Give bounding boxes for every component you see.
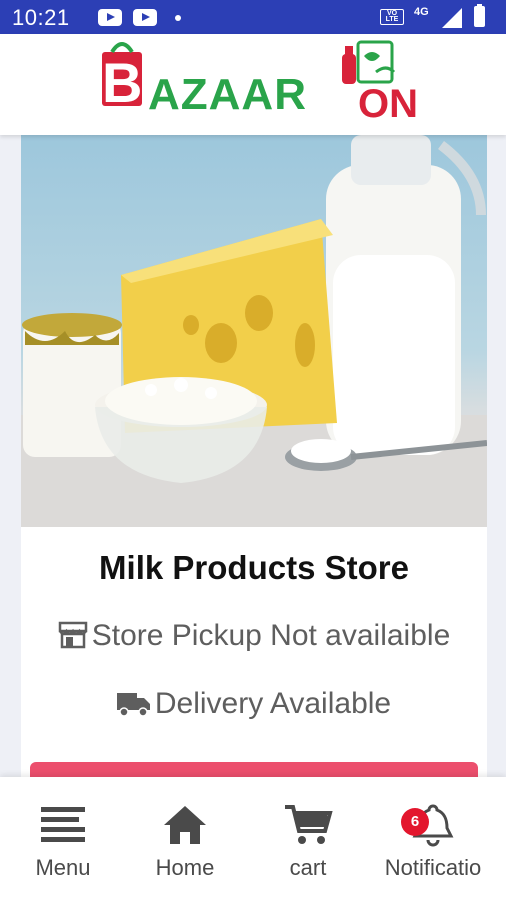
store-delivery-status: Delivery Available [21,687,487,725]
battery-icon [474,4,485,27]
status-time: 10:21 [12,5,70,30]
more-notifications-icon [175,15,181,21]
bazaaron-logo[interactable]: B AZAAR ON [96,36,418,132]
app-header: B AZAAR ON [0,34,506,135]
nav-cart-label: cart [289,855,327,880]
delivery-text: Delivery Available [154,687,392,720]
logo-on: ON [358,82,418,126]
store-card[interactable]: Milk Products Store Store Pickup Not ava… [21,135,487,802]
truck-icon [116,691,151,725]
bottom-navigation: Menu Home cart Notificatio [0,777,506,900]
nav-menu-label: Menu [35,855,91,880]
nav-notifications-label: Notificatio [384,855,482,880]
menu-icon [38,803,88,847]
milk-products-illustration [21,135,487,527]
store-title: Milk Products Store [99,549,409,586]
nav-menu[interactable]: Menu [0,777,126,900]
youtube-notification-icon [98,9,122,26]
logo-wordmark: AZAAR [148,70,307,119]
cart-icon [283,803,333,847]
storefront-icon [58,621,88,657]
status-bar: 10:21 VO LTE 4G [0,0,506,34]
volte-icon: VO LTE [380,9,404,25]
nav-notifications[interactable]: Notificatio [370,777,496,900]
store-pickup-status: Store Pickup Not availaible [21,619,487,657]
nav-home-label: Home [155,855,215,880]
store-image[interactable] [21,135,487,527]
signal-icon [442,8,462,28]
home-icon [160,803,210,847]
pickup-text: Store Pickup Not availaible [91,619,451,652]
nav-home[interactable]: Home [122,777,248,900]
nav-cart[interactable]: cart [245,777,371,900]
notification-count-badge: 6 [401,808,429,836]
svg-text:B: B [102,51,142,114]
network-type: 4G [414,6,429,18]
youtube-notification-icon [133,9,157,26]
